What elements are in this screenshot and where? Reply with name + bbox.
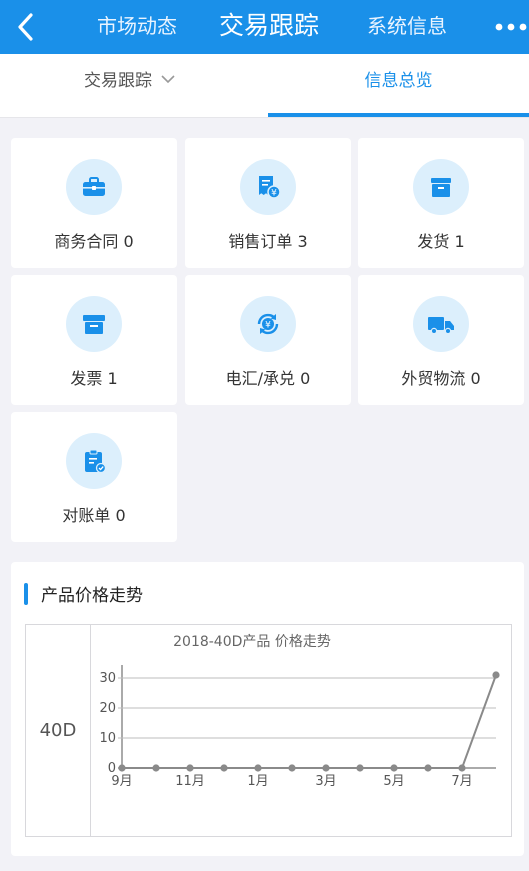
- clipboard-check-icon: [66, 433, 122, 489]
- subtab-left-label: 交易跟踪: [84, 71, 152, 91]
- section-accent-bar: [24, 583, 28, 605]
- sub-tab-bar: 交易跟踪 信息总览: [0, 54, 529, 118]
- receipt-yen-icon: ¥: [240, 159, 296, 215]
- tile-label: 外贸物流 0: [401, 369, 481, 388]
- svg-text:¥: ¥: [271, 189, 277, 199]
- y-tick-label: 30: [99, 671, 116, 686]
- x-tick-label: 5月: [383, 774, 404, 789]
- tile-label: 销售订单 3: [228, 232, 308, 251]
- tab-trade-tracking[interactable]: 交易跟踪: [219, 0, 319, 54]
- tab-market-news[interactable]: 市场动态: [97, 0, 177, 54]
- tile-shipment[interactable]: 发货 1: [358, 138, 524, 268]
- x-tick-label: 7月: [451, 774, 472, 789]
- data-point: [152, 764, 160, 772]
- chevron-down-icon: [160, 52, 176, 106]
- x-tick-label: 1月: [247, 774, 268, 789]
- tile-invoice[interactable]: 发票 1: [11, 275, 177, 405]
- data-point: [220, 764, 228, 772]
- tile-wire-acceptance[interactable]: ¥ 电汇/承兑 0: [185, 275, 351, 405]
- data-point: [186, 764, 194, 772]
- more-icon[interactable]: [492, 12, 529, 42]
- series-line: [122, 674, 497, 769]
- archive-box-icon: [66, 296, 122, 352]
- x-tick-label: 3月: [315, 774, 336, 789]
- data-point: [322, 764, 330, 772]
- subtab-trade-tracking-dropdown[interactable]: 交易跟踪: [84, 54, 176, 118]
- y-tick-label: 10: [99, 731, 116, 746]
- tab-system-info[interactable]: 系统信息: [367, 0, 447, 54]
- svg-text:¥: ¥: [265, 321, 271, 331]
- tile-sales-order[interactable]: ¥ 销售订单 3: [185, 138, 351, 268]
- chart-table: 40D 2018-40D产品 价格走势 0 10 20 30 9月 11月 1月 3月 5月 7月: [25, 624, 512, 837]
- data-point: [390, 764, 398, 772]
- yen-exchange-icon: ¥: [240, 296, 296, 352]
- data-point: [254, 764, 262, 772]
- tile-statement[interactable]: 对账单 0: [11, 412, 177, 542]
- data-point: [492, 671, 500, 679]
- tile-label: 商务合同 0: [54, 232, 134, 251]
- tile-label: 对账单 0: [62, 506, 126, 525]
- briefcase-icon: [66, 159, 122, 215]
- tile-label: 发票 1: [70, 369, 118, 388]
- tile-foreign-logistics[interactable]: 外贸物流 0: [358, 275, 524, 405]
- y-tick-label: 20: [99, 701, 116, 716]
- tile-label: 发货 1: [417, 232, 465, 251]
- tile-label: 电汇/承兑 0: [225, 369, 311, 388]
- x-tick-label: 9月: [111, 774, 132, 789]
- price-trend-card: 产品价格走势 40D 2018-40D产品 价格走势 0 10 20 30 9月 11月 1月…: [11, 562, 524, 856]
- chart-title: 2018-40D产品 价格走势: [173, 634, 331, 650]
- data-point: [458, 764, 466, 772]
- tile-business-contract[interactable]: 商务合同 0: [11, 138, 177, 268]
- box-icon: [413, 159, 469, 215]
- truck-icon: [413, 296, 469, 352]
- data-point: [118, 764, 126, 772]
- data-point: [288, 764, 296, 772]
- x-tick-label: 11月: [175, 774, 205, 789]
- price-line-chart: 2018-40D产品 价格走势01020309月 11月 1月 3月 5月 7月: [99, 634, 500, 789]
- back-arrow-icon[interactable]: [12, 10, 42, 44]
- section-title: 产品价格走势: [41, 586, 143, 606]
- top-nav-bar: 市场动态 交易跟踪 系统信息: [0, 0, 529, 54]
- data-point: [356, 764, 364, 772]
- data-point: [424, 764, 432, 772]
- active-tab-indicator: [268, 113, 529, 117]
- subtab-overview[interactable]: 信息总览: [268, 54, 529, 118]
